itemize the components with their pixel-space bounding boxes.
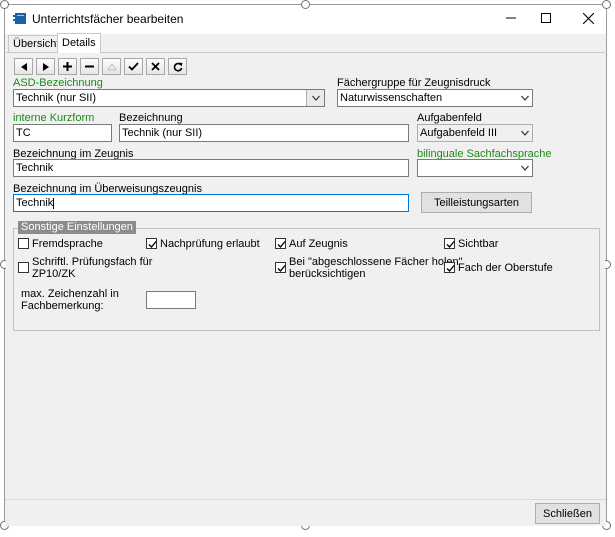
minimize-icon [506, 17, 516, 19]
next-button[interactable] [36, 58, 55, 75]
fremdsprache-checkbox[interactable] [18, 238, 29, 249]
chevron-down-icon [521, 130, 529, 136]
resize-handle-top-left[interactable] [0, 0, 9, 9]
footer-bar [5, 499, 606, 526]
refresh-icon [173, 62, 182, 72]
remove-icon [85, 65, 94, 68]
max-zeichen-label-line2: Fachbemerkung: [21, 300, 104, 312]
up-icon [106, 62, 117, 70]
zeugnis-input[interactable]: Technik [13, 159, 409, 177]
aufgabenfeld-value: Aufgabenfeld III [420, 127, 498, 139]
checkmark-icon [446, 265, 455, 272]
auf-zeugnis-label: Auf Zeugnis [289, 238, 348, 250]
asd-select[interactable]: Technik (nur SII) [13, 89, 325, 107]
settings-group-title: Sonstige Einstellungen [18, 221, 136, 234]
remove-button[interactable] [80, 58, 99, 75]
oberstufe-checkbox[interactable] [444, 262, 455, 273]
faechergruppe-select[interactable]: Naturwissenschaften [337, 89, 533, 107]
faechergruppe-label: Fächergruppe für Zeugnisdruck [337, 77, 491, 89]
refresh-button[interactable] [168, 58, 187, 75]
sichtbar-label: Sichtbar [458, 238, 499, 250]
abgeschlossen-label-line1: Bei "abgeschlossene Fächer holen" [289, 256, 463, 268]
minimize-button[interactable] [501, 9, 521, 27]
oberstufe-label: Fach der Oberstufe [458, 262, 553, 274]
tab-uebersicht[interactable]: Übersicht [8, 35, 65, 52]
cancel-button[interactable] [146, 58, 165, 75]
maximize-button[interactable] [536, 9, 556, 27]
chevron-down-icon [312, 95, 320, 101]
schliessen-button[interactable]: Schließen [535, 503, 600, 524]
ueberweisung-input[interactable]: Technik [13, 194, 409, 212]
aufgabenfeld-label: Aufgabenfeld [417, 112, 482, 124]
kurzform-label: interne Kurzform [13, 112, 95, 124]
checkmark-icon [277, 265, 286, 272]
resize-handle-top-right[interactable] [602, 0, 611, 9]
resize-handle-top[interactable] [301, 0, 310, 9]
subjects-app-icon [13, 13, 26, 24]
bezeichnung-input[interactable]: Technik (nur SII) [119, 124, 409, 142]
nachpruefung-checkbox[interactable] [146, 238, 157, 249]
faechergruppe-value: Naturwissenschaften [340, 92, 443, 104]
maximize-icon [541, 13, 551, 23]
fremdsprache-label: Fremdsprache [32, 238, 103, 250]
checkmark-icon [277, 241, 286, 248]
checkmark-icon [148, 241, 157, 248]
chevron-down-icon [521, 95, 529, 101]
nachpruefung-label: Nachprüfung erlaubt [160, 238, 260, 250]
bezeichnung-label: Bezeichnung [119, 112, 183, 124]
schriftl-label-line2: ZP10/ZK [32, 268, 76, 280]
asd-label: ASD-Bezeichnung [13, 77, 103, 89]
confirm-icon [128, 62, 139, 71]
checkmark-icon [446, 241, 455, 248]
auf-zeugnis-checkbox[interactable] [275, 238, 286, 249]
ueberweisung-value: Technik [16, 197, 54, 209]
text-cursor [53, 197, 55, 209]
max-zeichen-input[interactable] [146, 291, 196, 309]
teilleistungsarten-button[interactable]: Teilleistungsarten [421, 192, 532, 213]
next-icon [42, 62, 49, 71]
schriftl-pruefungsfach-checkbox[interactable] [18, 262, 29, 273]
bilingual-select[interactable] [417, 159, 533, 177]
close-window-button[interactable] [578, 9, 598, 27]
prev-icon [20, 62, 27, 71]
confirm-button[interactable] [124, 58, 143, 75]
window-title: Unterrichtsfächer bearbeiten [32, 12, 184, 26]
tab-details[interactable]: Details [57, 33, 101, 53]
chevron-down-icon [521, 165, 529, 171]
add-button[interactable] [58, 58, 77, 75]
kurzform-input[interactable]: TC [13, 124, 112, 142]
aufgabenfeld-select[interactable]: Aufgabenfeld III [417, 124, 533, 142]
add-icon [63, 62, 72, 71]
close-icon [582, 12, 594, 24]
previous-button[interactable] [14, 58, 33, 75]
sichtbar-checkbox[interactable] [444, 238, 455, 249]
asd-dropdown-button[interactable] [306, 90, 324, 106]
max-zeichen-label-line1: max. Zeichenzahl in [21, 288, 119, 300]
cancel-icon [151, 62, 160, 71]
abgeschlossen-label-line2: berücksichtigen [289, 268, 366, 280]
schriftl-label-line1: Schriftl. Prüfungsfach für [32, 256, 153, 268]
asd-value: Technik (nur SII) [16, 92, 97, 104]
up-button[interactable] [102, 58, 121, 75]
abgeschlossen-checkbox[interactable] [275, 262, 286, 273]
